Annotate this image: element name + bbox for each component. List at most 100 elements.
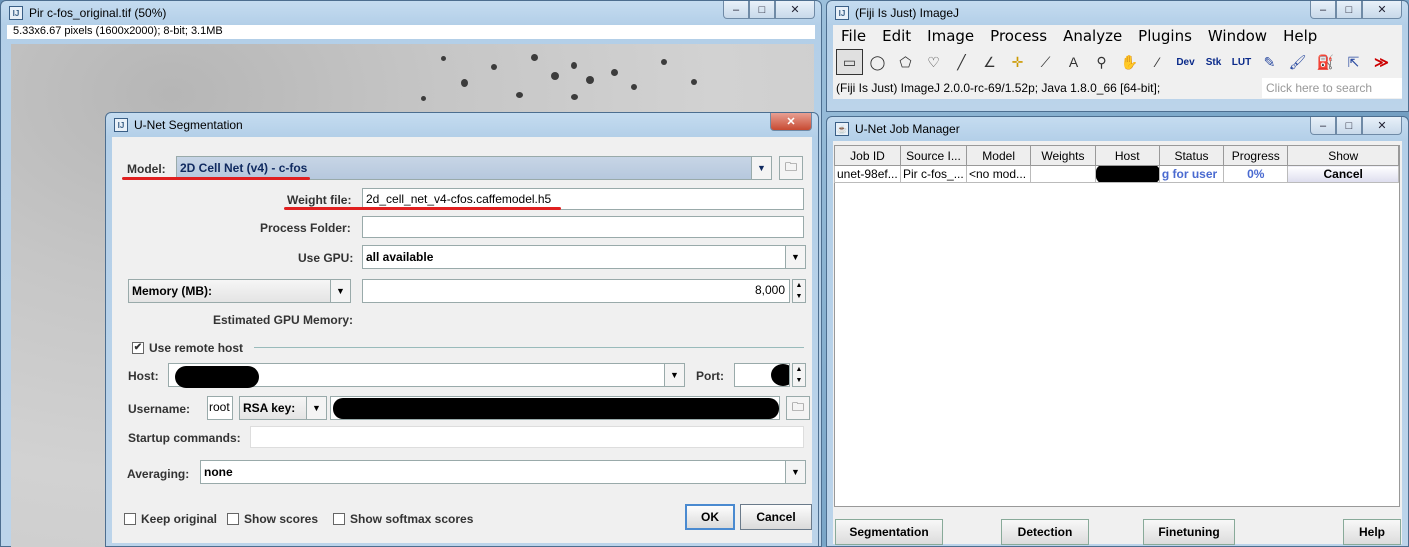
averaging-select[interactable]: none ▼ (200, 460, 806, 484)
arrow-tool-icon[interactable]: ⇱ (1340, 49, 1367, 75)
brush-tool-icon[interactable]: 🖌 (1284, 49, 1311, 75)
maximize-button[interactable]: □ (749, 1, 775, 19)
cancel-job-button[interactable]: Cancel (1287, 165, 1399, 183)
imagej-icon: IJ (835, 6, 849, 20)
job-manager-titlebar[interactable]: ☕ U-Net Job Manager – □ ✕ (833, 117, 1402, 141)
chevron-down-icon[interactable]: ▼ (785, 246, 805, 268)
line-tool-icon[interactable]: ╱ (948, 49, 975, 75)
spin-up-icon[interactable]: ▲ (796, 282, 803, 289)
menu-edit[interactable]: Edit (874, 27, 919, 45)
finetuning-button[interactable]: Finetuning (1143, 519, 1235, 545)
show-softmax-checkbox[interactable]: Show softmax scores (333, 512, 473, 526)
point-tool-icon[interactable]: ✛ (1004, 49, 1031, 75)
stk-tool[interactable]: Stk (1200, 49, 1227, 75)
spin-down-icon[interactable]: ▼ (796, 377, 803, 384)
close-button[interactable]: ✕ (770, 113, 812, 131)
menu-image[interactable]: Image (919, 27, 982, 45)
use-remote-checkbox[interactable]: ✔ Use remote host (132, 341, 243, 355)
oval-tool-icon[interactable]: ◯ (864, 49, 891, 75)
dialog-titlebar[interactable]: IJ U-Net Segmentation ✕ (112, 113, 812, 137)
imagej-titlebar[interactable]: IJ (Fiji Is Just) ImageJ – □ ✕ (833, 1, 1402, 25)
startup-commands-field[interactable] (250, 426, 804, 448)
minimize-button[interactable]: – (1310, 1, 1336, 19)
port-field[interactable] (734, 363, 790, 387)
polygon-tool-icon[interactable]: ⬠ (892, 49, 919, 75)
close-button[interactable]: ✕ (775, 1, 815, 19)
job-manager-title: U-Net Job Manager (855, 122, 960, 136)
checkbox-unchecked-icon[interactable] (227, 513, 239, 525)
imagej-title: (Fiji Is Just) ImageJ (855, 6, 960, 20)
spin-down-icon[interactable]: ▼ (796, 293, 803, 300)
menu-file[interactable]: File (833, 27, 874, 45)
menu-help[interactable]: Help (1275, 27, 1325, 45)
folder-icon[interactable]: 🗀 (786, 396, 810, 420)
ok-button[interactable]: OK (685, 504, 735, 530)
minimize-button[interactable]: – (723, 1, 749, 19)
checkbox-unchecked-icon[interactable] (333, 513, 345, 525)
show-scores-label: Show scores (244, 512, 319, 526)
keep-original-checkbox[interactable]: Keep original (124, 512, 217, 526)
minimize-button[interactable]: – (1310, 117, 1336, 135)
flood-fill-tool-icon[interactable]: ⛽ (1312, 49, 1339, 75)
col-show[interactable]: Show (1287, 145, 1399, 166)
pencil-tool-icon[interactable]: ✎ (1256, 49, 1283, 75)
model-label: Model: (127, 162, 166, 176)
menu-plugins[interactable]: Plugins (1130, 27, 1200, 45)
table-row[interactable]: unet-98ef... Pir c-fos_... <no mod... g … (833, 165, 1399, 183)
memory-select[interactable]: Memory (MB): ▼ (128, 279, 351, 303)
memory-field[interactable]: 8,000 (362, 279, 790, 303)
more-tools-icon[interactable]: ≫ (1368, 49, 1395, 75)
lut-tool[interactable]: LUT (1228, 49, 1255, 75)
hand-tool-icon[interactable]: ✋ (1116, 49, 1143, 75)
rectangle-tool-icon[interactable]: ▭ (836, 49, 863, 75)
chevron-down-icon[interactable]: ▼ (751, 157, 771, 179)
process-folder-field[interactable] (362, 216, 804, 238)
cell-model: <no mod... (965, 165, 1032, 183)
close-button[interactable]: ✕ (1362, 117, 1402, 135)
help-button[interactable]: Help (1343, 519, 1401, 545)
memory-spinner[interactable]: ▲ ▼ (792, 279, 806, 303)
cancel-button[interactable]: Cancel (740, 504, 812, 530)
col-host[interactable]: Host (1094, 145, 1160, 166)
port-spinner[interactable]: ▲ ▼ (792, 363, 806, 387)
folder-icon[interactable]: 🗀 (779, 156, 803, 180)
freehand-tool-icon[interactable]: ♡ (920, 49, 947, 75)
color-picker-tool-icon[interactable]: ⁄ (1144, 49, 1171, 75)
col-progress[interactable]: Progress (1223, 145, 1289, 166)
detection-button[interactable]: Detection (1001, 519, 1089, 545)
host-select[interactable]: ▼ (168, 363, 685, 388)
close-button[interactable]: ✕ (1362, 1, 1402, 19)
java-icon: ☕ (835, 122, 849, 136)
chevron-down-icon[interactable]: ▼ (330, 280, 350, 302)
checkbox-unchecked-icon[interactable] (124, 513, 136, 525)
show-scores-checkbox[interactable]: Show scores (227, 512, 318, 526)
chevron-down-icon[interactable]: ▼ (785, 461, 805, 483)
spin-up-icon[interactable]: ▲ (796, 366, 803, 373)
menu-window[interactable]: Window (1200, 27, 1275, 45)
col-model[interactable]: Model (965, 145, 1032, 166)
chevron-down-icon[interactable]: ▼ (664, 364, 684, 386)
dev-tool[interactable]: Dev (1172, 49, 1199, 75)
image-window-titlebar[interactable]: IJ Pir c-fos_original.tif (50%) – □ ✕ (7, 1, 815, 25)
maximize-button[interactable]: □ (1336, 117, 1362, 135)
username-field[interactable]: root (207, 396, 233, 420)
use-gpu-select[interactable]: all available ▼ (362, 245, 806, 269)
col-source[interactable]: Source I... (900, 145, 967, 166)
col-job-id[interactable]: Job ID (833, 145, 902, 166)
angle-tool-icon[interactable]: ∠ (976, 49, 1003, 75)
segmentation-button[interactable]: Segmentation (835, 519, 943, 545)
maximize-button[interactable]: □ (1336, 1, 1362, 19)
wand-tool-icon[interactable]: ⟋ (1032, 49, 1059, 75)
text-tool-icon[interactable]: A (1060, 49, 1087, 75)
checkbox-checked-icon[interactable]: ✔ (132, 342, 144, 354)
chevron-down-icon[interactable]: ▼ (306, 397, 326, 419)
menu-analyze[interactable]: Analyze (1055, 27, 1130, 45)
auth-method-select[interactable]: RSA key: ▼ (239, 396, 327, 420)
col-status[interactable]: Status (1158, 145, 1225, 166)
zoom-tool-icon[interactable]: ⚲ (1088, 49, 1115, 75)
search-input[interactable]: Click here to search (1262, 78, 1402, 98)
rsa-key-field[interactable] (330, 396, 780, 420)
job-table-area (834, 145, 1400, 507)
col-weights[interactable]: Weights (1030, 145, 1096, 166)
menu-process[interactable]: Process (982, 27, 1055, 45)
